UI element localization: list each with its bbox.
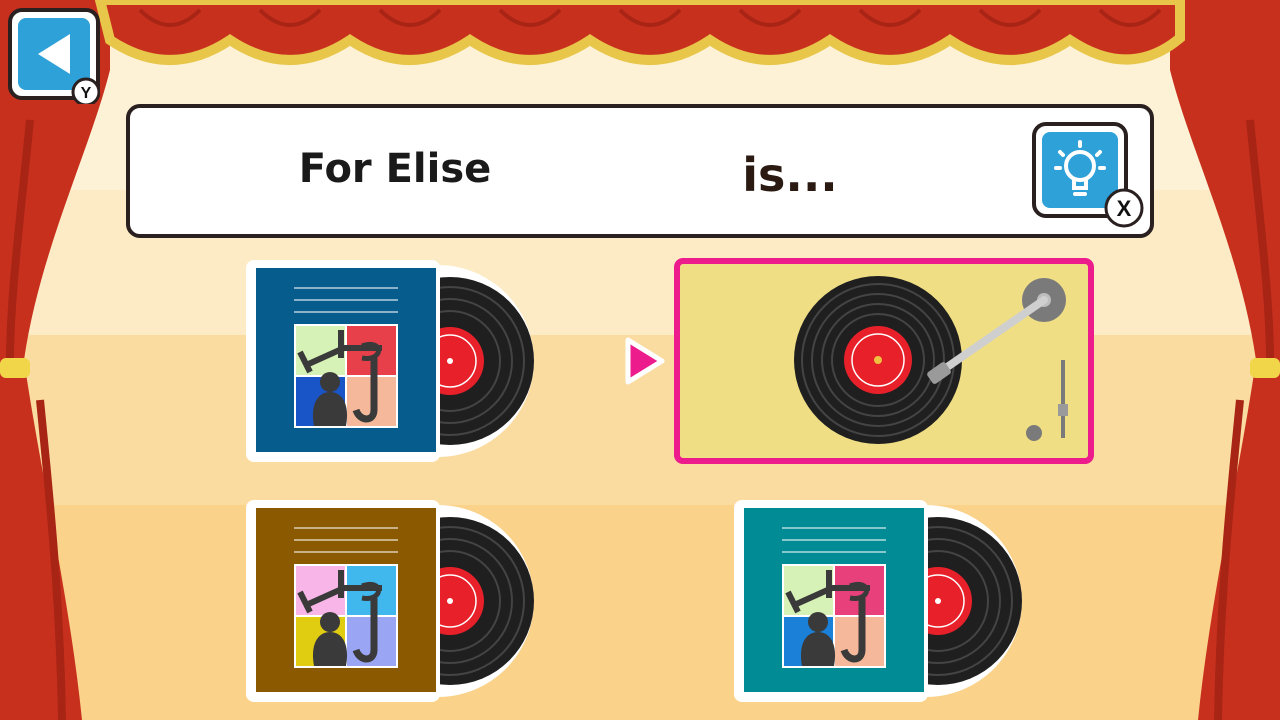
answer-option-1[interactable] [244,258,544,464]
back-button[interactable]: Y [8,8,101,107]
prompt-title: For Elise [298,146,492,192]
answer-option-2-turntable[interactable] [674,258,1094,464]
hint-button[interactable]: X [1032,122,1146,230]
album-cover-icon [246,260,440,462]
hint-button-hint: X [1117,196,1132,221]
album-cover-icon [246,500,440,702]
back-button-hint: Y [81,85,92,102]
vinyl-record-icon [794,276,962,444]
answer-option-3[interactable] [244,498,544,704]
prompt-suffix: is... [742,148,838,202]
selection-pointer-icon [622,336,666,386]
answer-option-4[interactable] [732,498,1032,704]
album-cover-icon [734,500,928,702]
